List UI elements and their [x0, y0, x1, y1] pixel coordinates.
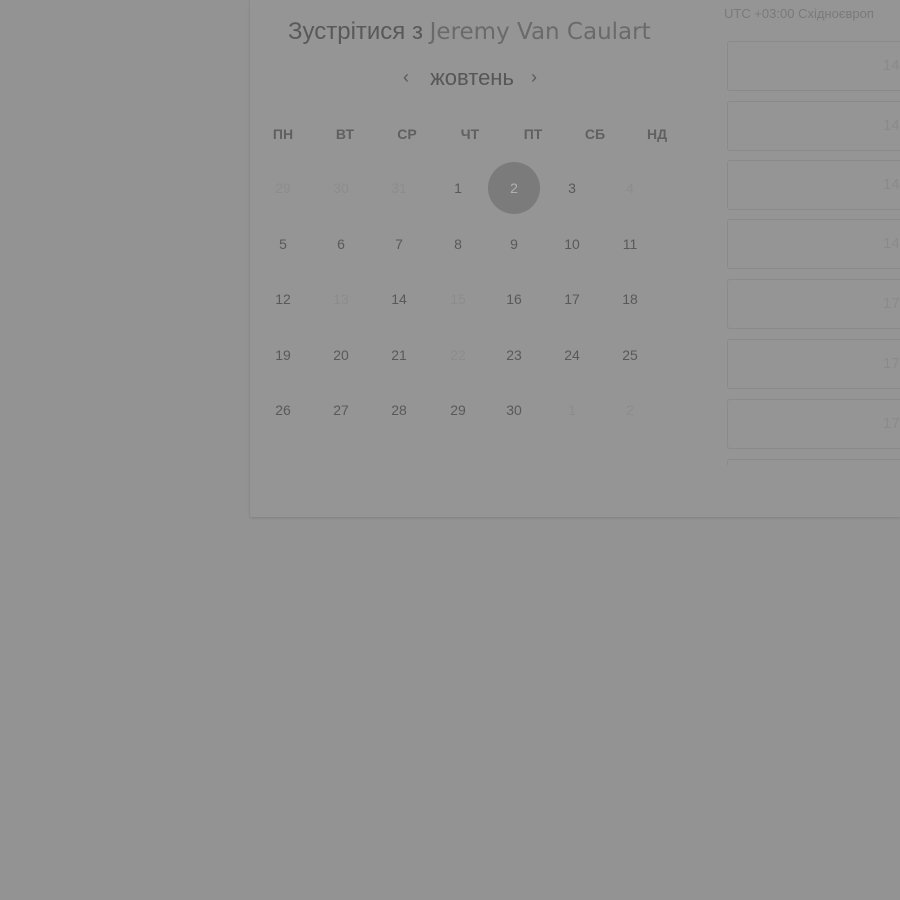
time-slot-button-partial[interactable] — [727, 459, 900, 465]
calendar-day: 2 — [626, 402, 634, 418]
month-label: жовтень — [430, 65, 514, 90]
calendar-day: 1 — [568, 402, 576, 418]
calendar-day: 22 — [450, 347, 466, 363]
calendar-day[interactable]: 24 — [546, 329, 598, 381]
calendar-day[interactable]: 19 — [257, 329, 309, 381]
weekday-label: ЧТ — [460, 126, 480, 142]
calendar-day: 13 — [333, 291, 349, 307]
timezone-label[interactable]: UTC +03:00 Східноєвроп — [724, 6, 874, 21]
calendar-day[interactable]: 21 — [373, 329, 425, 381]
calendar-day[interactable]: 7 — [373, 218, 425, 270]
calendar-day[interactable]: 29 — [432, 384, 484, 436]
chevron-left-icon[interactable]: ‹ — [396, 65, 416, 89]
calendar-day[interactable]: 5 — [257, 218, 309, 270]
title-prefix: Зустрітися з — [288, 18, 423, 45]
time-slot-label: 17 — [883, 355, 900, 372]
time-slot-button[interactable]: 17 — [727, 399, 900, 449]
calendar-day[interactable]: 11 — [604, 218, 656, 270]
calendar-day[interactable]: 25 — [604, 329, 656, 381]
time-slot-label: 14 — [883, 57, 900, 74]
time-slots-panel: UTC +03:00 Східноєвроп 14 14 14 14 17 17 17 — [720, 0, 900, 517]
calendar-day[interactable]: 3 — [546, 162, 598, 214]
calendar-day-selected[interactable]: 2 — [488, 162, 540, 214]
calendar-day[interactable]: 17 — [546, 273, 598, 325]
calendar-day[interactable]: 30 — [488, 384, 540, 436]
calendar-day[interactable]: 18 — [604, 273, 656, 325]
chevron-right-icon[interactable]: › — [524, 65, 544, 89]
calendar-day: 29 — [275, 180, 291, 196]
calendar-day[interactable]: 28 — [373, 384, 425, 436]
calendar-day: 4 — [626, 180, 634, 196]
calendar-day[interactable]: 8 — [432, 218, 484, 270]
page-title: Зустрітися з Jeremy Van Caulart — [288, 17, 651, 47]
calendar-day[interactable]: 20 — [315, 329, 367, 381]
calendar-day[interactable]: 23 — [488, 329, 540, 381]
calendar-panel: Зустрітися з Jeremy Van Caulart ‹ жовтен… — [250, 0, 690, 517]
weekday-header: ПН ВТ СР ЧТ ПТ СБ НД — [250, 122, 690, 152]
time-slot-button[interactable]: 14 — [727, 41, 900, 91]
weekday-label: НД — [646, 126, 668, 142]
month-navigation: ‹ жовтень › — [250, 63, 690, 93]
calendar-day[interactable]: 27 — [315, 384, 367, 436]
weekday-label: СР — [397, 126, 417, 142]
scheduler-card: Зустрітися з Jeremy Van Caulart ‹ жовтен… — [250, 0, 900, 517]
weekday-label: ПТ — [523, 126, 543, 142]
calendar-day[interactable]: 6 — [315, 218, 367, 270]
time-slot-button[interactable]: 17 — [727, 279, 900, 329]
calendar-day: 31 — [391, 180, 407, 196]
calendar-day[interactable]: 16 — [488, 273, 540, 325]
host-name: Jeremy Van Caulart — [429, 19, 651, 45]
time-slot-label: 17 — [883, 295, 900, 312]
calendar-day[interactable]: 1 — [432, 162, 484, 214]
calendar-day[interactable]: 10 — [546, 218, 598, 270]
time-slot-button[interactable]: 14 — [727, 219, 900, 269]
time-slot-label: 17 — [883, 415, 900, 432]
time-slot-label: 14 — [883, 117, 900, 134]
calendar-day[interactable]: 14 — [373, 273, 425, 325]
time-slot-label: 14 — [883, 235, 900, 252]
weekday-label: СБ — [584, 126, 606, 142]
calendar-day[interactable]: 12 — [257, 273, 309, 325]
time-slot-button[interactable]: 17 — [727, 339, 900, 389]
calendar-day: 15 — [450, 291, 466, 307]
time-slot-label: 14 — [883, 176, 900, 193]
time-slot-button[interactable]: 14 — [727, 101, 900, 151]
calendar-day[interactable]: 26 — [257, 384, 309, 436]
time-slot-button[interactable]: 14 — [727, 160, 900, 210]
weekday-label: ВТ — [335, 126, 355, 142]
calendar-day: 30 — [333, 180, 349, 196]
calendar-day[interactable]: 9 — [488, 218, 540, 270]
weekday-label: ПН — [272, 126, 294, 142]
